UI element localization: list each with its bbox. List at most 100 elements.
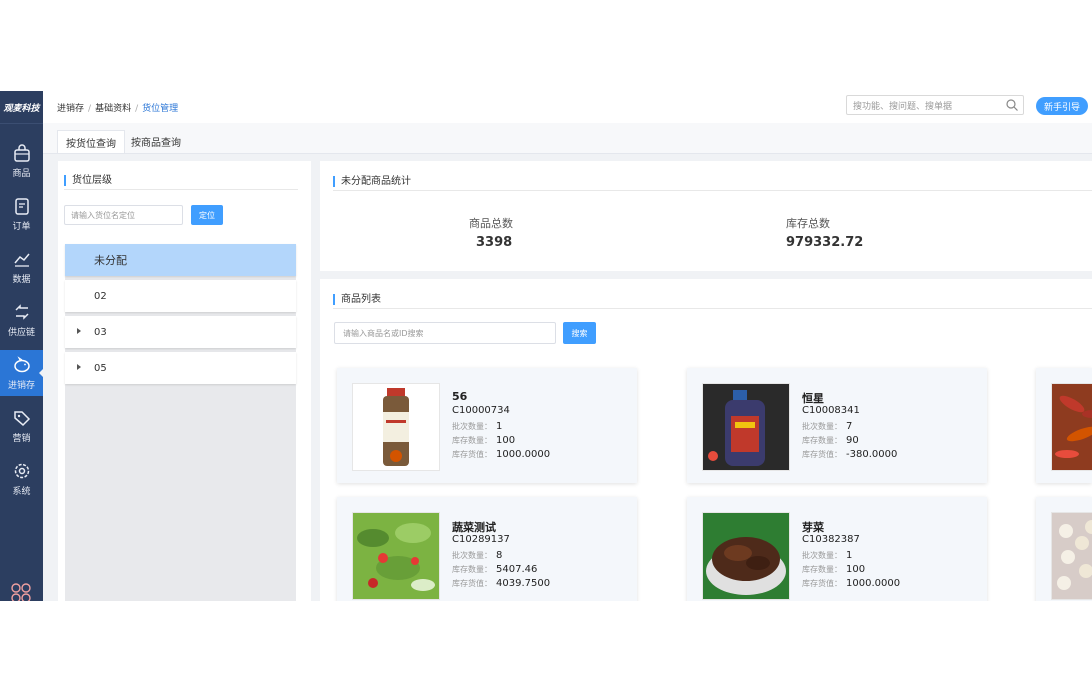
app-frame: 观麦科技 商品 订单 数据 供应链 进销存 营销 系统 进销存 / 基础资料 /…	[0, 91, 1092, 601]
product-card[interactable]	[1036, 497, 1092, 601]
location-search-input[interactable]: 请输入货位名定位	[64, 205, 183, 225]
breadcrumb-item[interactable]: 基础资料	[95, 104, 131, 114]
total-goods-value: 3398	[476, 235, 513, 250]
unassigned-stats-panel: 未分配商品统计 商品总数 3398 库存总数 979332.72	[320, 161, 1092, 271]
product-card[interactable]: 芽菜 C10382387 批次数量： 1 库存数量： 100 库存货值： 1000.0…	[687, 497, 987, 601]
stock-value-label: 库存货值：	[452, 450, 492, 459]
nav-label: 供应链	[7, 328, 35, 338]
global-search-input[interactable]: 搜功能、搜问题、搜单据	[846, 95, 1024, 115]
stock-value-value: 1000.0000	[846, 578, 901, 589]
nav-item-orders[interactable]: 订单	[0, 191, 43, 237]
location-panel-title: 货位层级	[64, 175, 112, 186]
batch-count-label: 批次数量：	[802, 422, 842, 431]
stats-title: 未分配商品统计	[333, 176, 411, 187]
product-image-chili-peppers	[1051, 383, 1092, 471]
brand-logo: 观麦科技	[0, 91, 43, 124]
tree-item-label: 02	[94, 290, 107, 302]
nav-item-goods[interactable]: 商品	[0, 138, 43, 184]
stock-count-label: 库存数量：	[452, 436, 492, 445]
stock-count-label: 库存数量：	[802, 436, 842, 445]
product-code: C10000734	[452, 405, 510, 416]
stock-count-value: 100	[496, 435, 516, 446]
nav-item-inventory[interactable]: 进销存	[0, 350, 43, 396]
product-search-input[interactable]: 请输入商品名或ID搜索	[334, 322, 556, 344]
bag-icon	[13, 144, 30, 162]
product-name: 恒星	[802, 392, 824, 405]
divider	[333, 308, 1092, 309]
breadcrumb-separator: /	[88, 104, 92, 114]
locate-button[interactable]: 定位	[191, 205, 223, 225]
stock-value-row: 库存货值： 1000.0000	[802, 578, 900, 589]
batch-count-value: 8	[496, 550, 503, 561]
product-list-title: 商品列表	[333, 294, 381, 305]
tree-item-label: 05	[94, 362, 107, 374]
product-name: 蔬菜测试	[452, 521, 496, 534]
stock-count-value: 90	[846, 435, 859, 446]
search-icon[interactable]	[1005, 98, 1019, 112]
nav-label: 数据	[12, 275, 31, 285]
caret-right-icon[interactable]	[77, 328, 81, 334]
product-card[interactable]: 蔬菜测试 C10289137 批次数量： 8 库存数量： 5407.46 库存货值：…	[337, 497, 637, 601]
product-image-vegetable-salad	[352, 512, 440, 600]
product-code: C10382387	[802, 534, 860, 545]
tree-item-03[interactable]: 03	[65, 316, 296, 348]
stock-value-label: 库存货值：	[802, 450, 842, 459]
exchange-icon	[14, 304, 29, 320]
product-card[interactable]	[1036, 368, 1092, 483]
product-image-pickled-sprouts	[702, 512, 790, 600]
stock-value-value: 4039.7500	[496, 578, 551, 589]
stock-value-label: 库存货值：	[802, 579, 842, 588]
nav-label: 系统	[12, 487, 31, 497]
batch-count-row: 批次数量： 1	[802, 550, 852, 561]
divider	[333, 190, 1092, 191]
product-card[interactable]: 56 C10000734 批次数量： 1 库存数量： 100 库存货值： 1000.0…	[337, 368, 637, 483]
stock-count-label: 库存数量：	[802, 565, 842, 574]
breadcrumb-item[interactable]: 进销存	[57, 104, 84, 114]
nav-item-marketing[interactable]: 营销	[0, 403, 43, 449]
location-tree: 未分配 02 03 05	[65, 244, 296, 601]
location-input-placeholder: 请输入货位名定位	[71, 211, 135, 220]
product-image-white-beans	[1051, 512, 1092, 600]
beginner-guide-button[interactable]: 新手引导	[1036, 97, 1088, 115]
tree-item-05[interactable]: 05	[65, 352, 296, 384]
product-search-button[interactable]: 搜索	[563, 322, 596, 344]
gear-icon	[14, 463, 29, 479]
nav-label: 营销	[12, 434, 31, 444]
stock-count-row: 库存数量： 100	[802, 564, 865, 575]
stock-count-row: 库存数量： 5407.46	[452, 564, 537, 575]
product-search-placeholder: 请输入商品名或ID搜索	[343, 329, 424, 338]
product-image-sauce-bottle	[702, 383, 790, 471]
caret-right-icon[interactable]	[77, 364, 81, 370]
product-card[interactable]: 恒星 C10008341 批次数量： 7 库存数量： 90 库存货值： -380.00…	[687, 368, 987, 483]
stock-value-label: 库存货值：	[452, 579, 492, 588]
total-goods-label: 商品总数	[469, 217, 513, 230]
query-tabs: 按货位查询 按商品查询	[43, 123, 1092, 154]
nav-item-supply-chain[interactable]: 供应链	[0, 297, 43, 343]
stock-count-value: 5407.46	[496, 564, 538, 575]
search-placeholder: 搜功能、搜问题、搜单据	[853, 102, 953, 112]
tree-item-unassigned[interactable]: 未分配	[65, 244, 296, 276]
location-panel: 货位层级 请输入货位名定位 定位 未分配 02 03 05	[58, 161, 311, 601]
batch-count-value: 1	[846, 550, 853, 561]
tab-by-location[interactable]: 按货位查询	[57, 130, 125, 153]
tab-by-product[interactable]: 按商品查询	[123, 130, 189, 153]
document-icon	[14, 198, 29, 215]
batch-count-value: 1	[496, 421, 503, 432]
product-name: 56	[452, 390, 468, 403]
batch-count-label: 批次数量：	[802, 551, 842, 560]
breadcrumb-separator: /	[135, 104, 139, 114]
product-code: C10008341	[802, 405, 860, 416]
nav-item-data[interactable]: 数据	[0, 244, 43, 290]
batch-count-value: 7	[846, 421, 853, 432]
batch-count-row: 批次数量： 7	[802, 421, 852, 432]
apps-icon[interactable]	[11, 583, 31, 601]
divider	[64, 189, 298, 190]
tree-item-02[interactable]: 02	[65, 280, 296, 312]
nav-item-system[interactable]: 系统	[0, 456, 43, 502]
breadcrumb: 进销存 / 基础资料 / 货位管理	[57, 101, 178, 114]
nav-label: 进销存	[7, 381, 35, 391]
stock-count-label: 库存数量：	[452, 565, 492, 574]
top-header: 进销存 / 基础资料 / 货位管理 搜功能、搜问题、搜单据 新手引导	[43, 91, 1092, 123]
batch-count-label: 批次数量：	[452, 422, 492, 431]
tree-item-label: 未分配	[94, 254, 127, 267]
